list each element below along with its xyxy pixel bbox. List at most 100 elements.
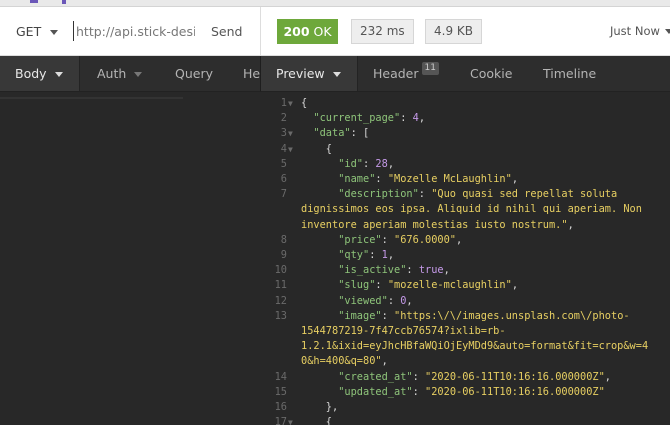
code-line: 16 },	[261, 400, 670, 415]
line-number: 11	[274, 279, 287, 292]
send-button[interactable]: Send	[211, 24, 242, 39]
status-text: OK	[313, 24, 332, 39]
response-preview[interactable]: 1 ▼{2 "current_page": 4, 3 ▼ "data": [4 ▼ {5…	[261, 92, 670, 425]
response-size-badge: 4.9 KB	[425, 19, 482, 44]
code-token: "current_page"	[313, 112, 401, 125]
code-token: "slug"	[338, 279, 376, 292]
code-line: dignissimos eos ipsa. Aliquid id nihil q…	[261, 202, 670, 217]
code-token: "Quo quasi sed repellat soluta	[431, 188, 618, 201]
code-line: 0&h=400&q=80",	[261, 354, 670, 369]
code-token: :	[387, 294, 401, 307]
code-token: :	[400, 112, 413, 125]
line-number: 17	[274, 416, 287, 425]
tab-auth[interactable]: Auth	[97, 56, 143, 91]
line-number: 6	[280, 173, 287, 185]
line-number: 7	[280, 188, 287, 201]
code-token: "is_active"	[338, 264, 407, 277]
response-tabs: Preview Header 11 Cookie Timeline	[260, 56, 670, 92]
tab-query[interactable]: Query	[175, 56, 213, 91]
request-body-editor[interactable]	[0, 92, 260, 425]
chevron-down-icon	[332, 72, 341, 77]
fold-toggle-icon[interactable]: ▼	[288, 142, 293, 157]
code-text: "description": "Quo quasi sed repellat s…	[301, 187, 617, 202]
code-token: :	[375, 173, 388, 185]
code-line: 1 ▼ {	[261, 96, 670, 111]
code-token: "data"	[313, 127, 351, 140]
code-token: "mozelle-mclaughlin"	[387, 279, 512, 292]
code-text: "id": 28,	[301, 157, 394, 172]
code-token: :	[375, 279, 388, 292]
code-text: {	[301, 142, 332, 157]
tab-headers[interactable]: He	[243, 56, 260, 91]
method-label: GET	[16, 24, 42, 39]
code-line: 1544787219-7f47ccb76574?ixlib=rb-	[261, 324, 670, 339]
code-token: {	[301, 416, 332, 425]
code-token: ,	[511, 279, 519, 292]
code-token: true	[418, 264, 444, 277]
code-line: 4 ▼ {	[261, 142, 670, 157]
line-number: 5	[280, 157, 287, 170]
code-line: 8 "price": "676.0000",	[261, 233, 670, 248]
accent-mark	[62, 0, 66, 4]
tab-body[interactable]: Body	[0, 56, 80, 91]
status-code: 200	[283, 24, 310, 39]
code-token: "https:\/\/images.unsplash.com\/photo-	[394, 309, 630, 322]
code-token: :	[363, 157, 376, 170]
code-token: :	[412, 385, 426, 398]
tab-cookie[interactable]: Cookie	[470, 56, 513, 91]
code-text: "price": "676.0000",	[301, 233, 462, 248]
code-token: "Mozelle McLaughlin"	[387, 173, 512, 185]
code-line: 7 "description": "Quo quasi sed repellat…	[261, 187, 670, 202]
tab-header[interactable]: Header 11	[373, 56, 439, 91]
code-token: "image"	[338, 309, 382, 322]
code-token: : [	[350, 127, 370, 140]
tab-preview-label: Preview	[276, 66, 325, 81]
history-dropdown[interactable]: Just Now	[610, 24, 670, 38]
line-number: 1	[280, 97, 287, 109]
title-strip	[0, 0, 670, 7]
code-text: "created_at": "2020-06-11T10:16:16.00000…	[301, 370, 611, 385]
code-token: },	[301, 401, 339, 413]
code-line: 9 "qty": 1,	[261, 248, 670, 263]
tab-timeline-label: Timeline	[543, 66, 597, 81]
code-token: 1544787219-7f47ccb76574?ixlib=rb-	[301, 325, 506, 337]
line-number: 9	[280, 249, 287, 261]
code-token: ,	[567, 218, 574, 231]
tab-preview[interactable]: Preview	[261, 56, 358, 91]
url-input[interactable]	[73, 21, 195, 41]
line-number: 16	[274, 401, 287, 413]
line-number: 2	[280, 112, 287, 125]
code-token: "2020-06-11T10:16:16.000000Z"	[425, 385, 605, 398]
code-line: 15 "updated_at": "2020-06-11T10:16:16.00…	[261, 385, 670, 400]
tab-cookie-label: Cookie	[470, 66, 513, 81]
code-token: {	[301, 97, 308, 109]
method-dropdown[interactable]: GET	[16, 24, 59, 39]
line-number: 15	[274, 385, 287, 398]
status-badge: 200 OK	[277, 19, 338, 44]
code-token: "created_at"	[338, 370, 413, 383]
code-text: "is_active": true,	[301, 263, 450, 278]
code-token: "description"	[338, 188, 419, 201]
tab-timeline[interactable]: Timeline	[543, 56, 597, 91]
code-text: },	[301, 400, 338, 415]
code-token: "2020-06-11T10:16:16.000000Z"	[425, 370, 605, 383]
code-text: 0&h=400&q=80",	[301, 354, 388, 369]
code-token: ,	[387, 249, 395, 261]
code-token: "updated_at"	[338, 385, 413, 398]
fold-toggle-icon[interactable]: ▼	[288, 415, 293, 425]
code-text: dignissimos eos ipsa. Aliquid id nihil q…	[301, 202, 642, 217]
line-number: 14	[274, 370, 287, 383]
fold-toggle-icon[interactable]: ▼	[288, 96, 293, 111]
tab-header-label: Header	[373, 66, 419, 81]
code-token: ,	[511, 173, 519, 185]
code-text: "viewed": 0,	[301, 294, 412, 309]
code-token: :	[412, 370, 426, 383]
tab-headers-label: He	[243, 66, 260, 81]
fold-toggle-icon[interactable]: ▼	[288, 126, 293, 141]
code-token: "viewed"	[338, 294, 388, 307]
